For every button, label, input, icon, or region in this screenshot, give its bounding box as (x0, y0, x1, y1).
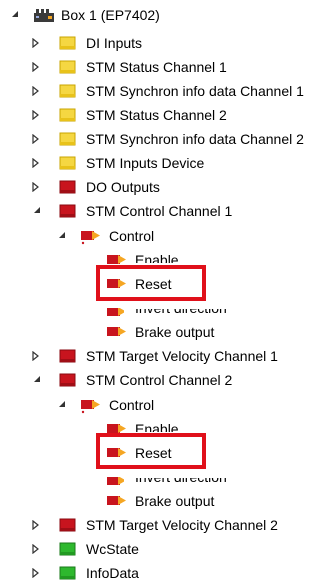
reset-highlight-box (96, 265, 206, 301)
tree-item-label: STM Target Velocity Channel 1 (86, 348, 278, 364)
red-folder-icon (59, 513, 77, 537)
tree-item-label: DI Inputs (86, 35, 143, 51)
tree-item-label: STM Inputs Device (86, 155, 205, 171)
tree-item-control[interactable]: Control (0, 224, 330, 248)
tree-item-stm-status-channel-1[interactable]: STM Status Channel 1 (0, 55, 330, 79)
yellow-folder-icon (59, 31, 77, 55)
tree-item-label: STM Control Channel 2 (86, 372, 233, 388)
tree-item-label: WcState (86, 541, 139, 557)
tree-item-label: Enable (135, 252, 179, 263)
red-folder-icon (59, 199, 77, 223)
collapsed-arrow-icon[interactable] (32, 127, 44, 151)
collapsed-arrow-icon[interactable] (32, 175, 44, 199)
expanded-arrow-icon[interactable] (11, 3, 23, 27)
red-folder-icon (59, 344, 77, 368)
tree-item-stm-control-channel-2[interactable]: STM Control Channel 2 (0, 368, 330, 392)
green-folder-icon (59, 561, 77, 585)
red-folder-icon (59, 368, 77, 392)
red-output-icon (80, 224, 100, 248)
collapsed-arrow-icon[interactable] (32, 513, 44, 537)
reset-highlight-box (96, 433, 206, 469)
ethercat-box-icon (33, 3, 54, 27)
tree-item-label: STM Synchron info data Channel 1 (86, 83, 304, 99)
tree-item-label: DO Outputs (86, 179, 160, 195)
tree-item-control[interactable]: Control (0, 393, 330, 417)
yellow-folder-icon (59, 127, 77, 151)
tree-item-label: Brake output (135, 324, 215, 340)
tree-item-stm-target-velocity-channel-1[interactable]: STM Target Velocity Channel 1 (0, 344, 330, 368)
tree-item-stm-control-channel-1[interactable]: STM Control Channel 1 (0, 199, 330, 223)
tree-item-stm-synchron-info-channel-2[interactable]: STM Synchron info data Channel 2 (0, 127, 330, 151)
tree-item-stm-status-channel-2[interactable]: STM Status Channel 2 (0, 103, 330, 127)
expanded-arrow-icon[interactable] (58, 393, 70, 417)
expanded-arrow-icon[interactable] (58, 224, 70, 248)
collapsed-arrow-icon[interactable] (32, 561, 44, 585)
yellow-folder-icon (59, 103, 77, 127)
red-output-icon (106, 477, 124, 485)
tree-item-label: Enable (135, 421, 179, 432)
tree-item-label: STM Control Channel 1 (86, 203, 233, 219)
tree-item-wcstate[interactable]: WcState (0, 537, 330, 561)
tree-item-label: STM Target Velocity Channel 2 (86, 517, 278, 533)
green-folder-icon (59, 537, 77, 561)
expanded-arrow-icon[interactable] (33, 368, 45, 392)
collapsed-arrow-icon[interactable] (32, 151, 44, 175)
tree-item-label: STM Synchron info data Channel 2 (86, 131, 304, 147)
tree-item-brake-output[interactable]: Brake output (0, 320, 330, 344)
tree-item-label: STM Status Channel 1 (86, 59, 227, 75)
red-output-icon (106, 308, 124, 316)
expanded-arrow-icon[interactable] (33, 199, 45, 223)
yellow-folder-icon (59, 151, 77, 175)
tree-item-label: Control (109, 228, 155, 244)
tree-item-infodata[interactable]: InfoData (0, 561, 330, 585)
red-output-icon (106, 489, 126, 513)
yellow-folder-icon (59, 79, 77, 103)
collapsed-arrow-icon[interactable] (32, 103, 44, 127)
tree-item-stm-target-velocity-channel-2[interactable]: STM Target Velocity Channel 2 (0, 513, 330, 537)
tree-item-label: InfoData (86, 565, 139, 581)
red-output-icon (106, 320, 126, 344)
tree-item-stm-inputs-device[interactable]: STM Inputs Device (0, 151, 330, 175)
red-output-icon (80, 393, 100, 417)
tree-item-di-inputs[interactable]: DI Inputs (0, 31, 330, 55)
collapsed-arrow-icon[interactable] (32, 537, 44, 561)
tree-item-label: STM Status Channel 2 (86, 107, 227, 123)
tree-item-label: Box 1 (EP7402) (61, 7, 160, 23)
tree-item-label: Brake output (135, 493, 215, 509)
tree-root[interactable]: Box 1 (EP7402) (0, 3, 330, 27)
tree-item-do-outputs[interactable]: DO Outputs (0, 175, 330, 199)
collapsed-arrow-icon[interactable] (32, 344, 44, 368)
yellow-folder-icon (59, 55, 77, 79)
collapsed-arrow-icon[interactable] (32, 31, 44, 55)
collapsed-arrow-icon[interactable] (32, 55, 44, 79)
tree-item-label: Control (109, 397, 155, 413)
tree-item-brake-output[interactable]: Brake output (0, 489, 330, 513)
collapsed-arrow-icon[interactable] (32, 79, 44, 103)
red-folder-icon (59, 175, 77, 199)
tree-item-stm-synchron-info-channel-1[interactable]: STM Synchron info data Channel 1 (0, 79, 330, 103)
